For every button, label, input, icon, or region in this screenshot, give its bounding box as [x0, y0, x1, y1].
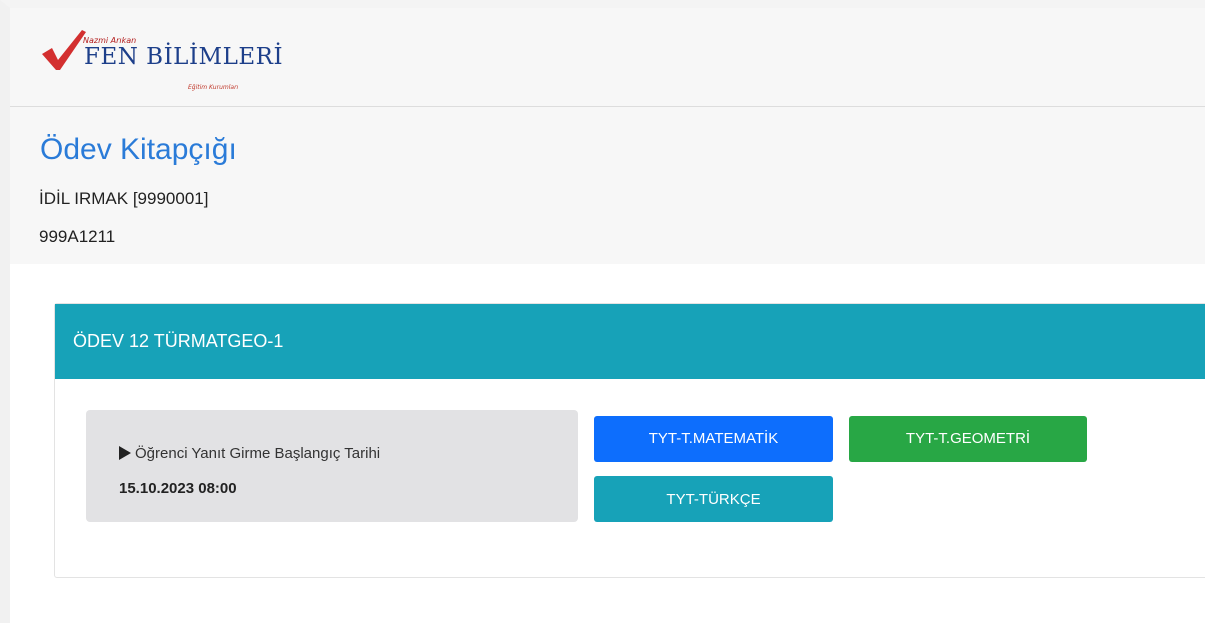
start-date-value: 15.10.2023 08:00	[119, 480, 237, 497]
start-date-label-row: Öğrenci Yanıt Girme Başlangıç Tarihi	[119, 445, 380, 462]
tyt-geometri-button[interactable]: TYT-T.GEOMETRİ	[849, 416, 1087, 462]
homework-card: ÖDEV 12 TÜRMATGEO-1 Öğrenci Yanıt Girme …	[54, 303, 1205, 578]
booklet-code: 999A1211	[39, 227, 116, 246]
brand-logo[interactable]: Nazmi Arıkan FEN BİLİMLERİ Eğitim Kuruml…	[38, 26, 283, 96]
card-title: ÖDEV 12 TÜRMATGEO-1	[73, 331, 284, 351]
student-name: İDİL IRMAK [9990001]	[39, 189, 209, 208]
page-title: Ödev Kitapçığı	[40, 133, 237, 166]
page-header: Ödev Kitapçığı İDİL IRMAK [9990001] 999A…	[10, 107, 1205, 264]
tyt-turkce-button[interactable]: TYT-TÜRKÇE	[594, 476, 833, 522]
navbar: Nazmi Arıkan FEN BİLİMLERİ Eğitim Kuruml…	[10, 8, 1205, 107]
tyt-matematik-button[interactable]: TYT-T.MATEMATİK	[594, 416, 833, 462]
brand-name: FEN BİLİMLERİ	[84, 44, 284, 70]
start-date-label: Öğrenci Yanıt Girme Başlangıç Tarihi	[135, 445, 381, 462]
play-icon	[119, 446, 131, 460]
brand-subtitle: Eğitim Kurumları	[188, 84, 239, 91]
start-date-box: Öğrenci Yanıt Girme Başlangıç Tarihi 15.…	[86, 410, 578, 522]
card-header: ÖDEV 12 TÜRMATGEO-1	[55, 304, 1205, 379]
red-checkmark-icon	[42, 30, 86, 70]
